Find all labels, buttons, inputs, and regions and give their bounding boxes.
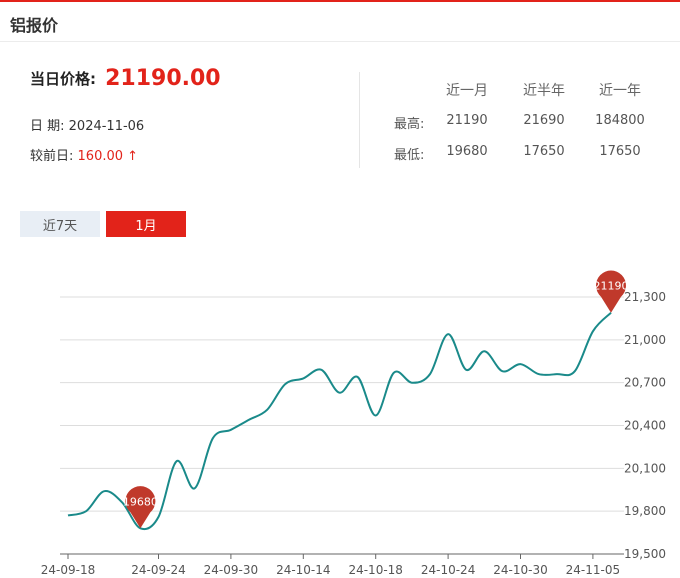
stats-header-month: 近一月	[446, 83, 488, 99]
stats-divider	[359, 72, 360, 168]
top-accent-border	[0, 0, 680, 2]
stats-row-high-label: 最高:	[394, 117, 425, 132]
stats-row-low-label: 最低:	[394, 148, 425, 163]
min-marker-label: 19680	[123, 495, 158, 508]
title-divider	[0, 41, 680, 42]
stats-low-year: 17650	[599, 144, 641, 159]
y-tick-label: 19,800	[624, 504, 666, 518]
date-label: 日 期:	[30, 119, 65, 134]
y-tick-label: 20,400	[624, 419, 666, 433]
y-tick-label: 20,100	[624, 461, 666, 475]
tab-1-month[interactable]: 1月	[106, 211, 186, 237]
y-tick-label: 21,000	[624, 333, 666, 347]
stats-high-year: 184800	[595, 113, 645, 128]
max-marker-label: 21190	[594, 280, 629, 293]
stats-low-month: 19680	[446, 144, 488, 159]
price-value: 21190.00	[105, 66, 221, 91]
x-tick-label: 24-10-14	[276, 563, 330, 577]
price-row: 当日价格: 21190.00	[30, 66, 221, 91]
y-tick-label: 19,500	[624, 547, 666, 561]
change-value: 160.00 ↑	[77, 149, 139, 164]
stats-low-halfyear: 17650	[523, 144, 565, 159]
x-tick-label: 24-11-05	[566, 563, 620, 577]
stats-high-month: 21190	[446, 113, 488, 128]
change-label: 较前日:	[30, 149, 74, 164]
page-title: 铝报价	[10, 16, 59, 35]
x-tick-label: 24-10-18	[348, 563, 402, 577]
tab-7-days[interactable]: 近7天	[20, 211, 100, 237]
y-tick-label: 20,700	[624, 376, 666, 390]
x-tick-label: 24-09-18	[41, 563, 95, 577]
date-value: 2024-11-06	[68, 119, 145, 134]
stats-header-year: 近一年	[599, 83, 641, 99]
stats-header-halfyear: 近半年	[523, 83, 565, 99]
x-tick-label: 24-09-30	[204, 563, 258, 577]
date-row: 日 期: 2024-11-06	[30, 115, 144, 134]
price-line-chart: 19,500 19,800 20,100 20,400 20,700 21,000 21,3…	[41, 270, 666, 577]
stats-high-halfyear: 21690	[523, 113, 565, 128]
x-tick-label: 24-09-24	[131, 563, 185, 577]
x-tick-label: 24-10-30	[493, 563, 547, 577]
change-row: 较前日: 160.00 ↑	[30, 145, 138, 164]
x-tick-label: 24-10-24	[421, 563, 475, 577]
y-tick-label: 21,300	[624, 290, 666, 304]
price-label: 当日价格:	[30, 70, 96, 88]
